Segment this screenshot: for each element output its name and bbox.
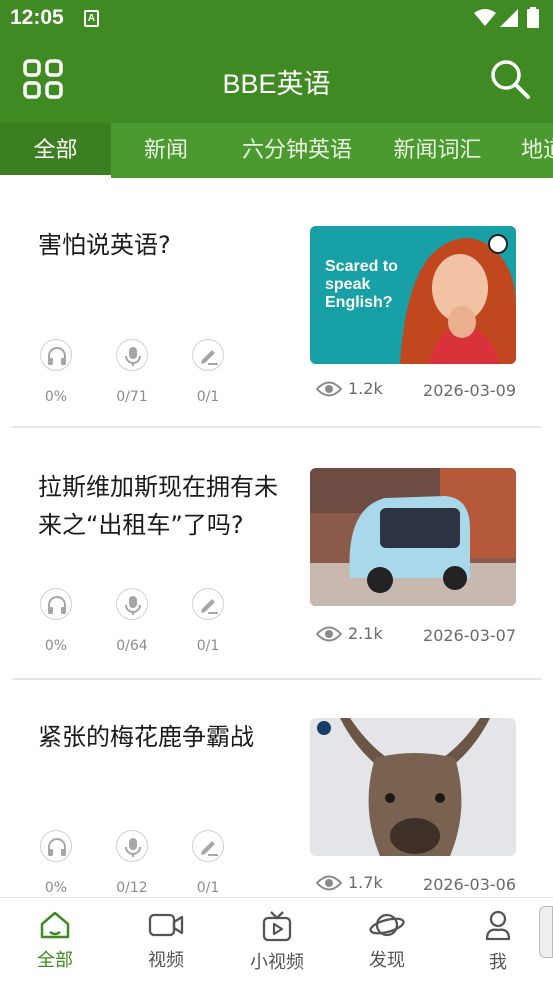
speak-progress[interactable]: 0/12 [102, 830, 162, 896]
publish-date: 2026-03-06 [423, 875, 516, 894]
view-count: 1.7k [315, 873, 383, 892]
publish-date: 2026-03-07 [423, 626, 516, 645]
listen-value: 0% [44, 638, 68, 654]
edit-pen-icon [201, 350, 218, 365]
nav-label: 发现 [369, 950, 405, 971]
article-thumbnail[interactable] [310, 718, 516, 856]
write-progress[interactable]: 0/1 [178, 588, 238, 654]
view-count-value: 1.7k [348, 873, 383, 892]
speak-progress[interactable]: 0/71 [102, 339, 162, 405]
wifi-icon [474, 9, 496, 26]
listen-progress[interactable]: 0% [26, 339, 86, 405]
home-icon [40, 911, 70, 939]
article-card[interactable]: 拉斯维加斯现在拥有未来之“出租车”了吗? 0% 0/64 0/1 2.1k 20… [0, 430, 553, 680]
speak-progress[interactable]: 0/64 [102, 588, 162, 654]
cell-signal-icon [500, 9, 518, 27]
view-count-value: 2.1k [348, 624, 383, 643]
tab-news[interactable]: 新闻 [111, 123, 221, 178]
tab-all[interactable]: 全部 [0, 123, 111, 178]
status-time: 12:05 [10, 6, 64, 29]
tab-authentic[interactable]: 地道 [510, 123, 553, 178]
write-progress[interactable]: 0/1 [178, 830, 238, 896]
headphones-icon [48, 347, 66, 365]
eye-icon [315, 381, 343, 397]
person-icon [485, 910, 511, 941]
headphones-icon [48, 596, 66, 614]
app-bar: BBE英语 [0, 38, 553, 123]
card-divider [12, 426, 541, 428]
article-feed[interactable]: 害怕说英语? 0% 0/71 0/1 Scared to speak Engli… [0, 178, 553, 897]
deer-image [310, 718, 516, 856]
listen-progress[interactable]: 0% [26, 830, 86, 896]
nav-label: 视频 [148, 950, 184, 971]
speak-value: 0/12 [116, 880, 148, 896]
app-title: BBE英语 [222, 69, 331, 99]
speak-value: 0/64 [116, 638, 148, 654]
microphone-icon [125, 838, 141, 857]
listen-value: 0% [44, 389, 68, 405]
search-icon[interactable] [489, 58, 531, 100]
nav-label: 小视频 [250, 952, 304, 973]
eye-icon [315, 626, 343, 642]
article-card[interactable]: 紧张的梅花鹿争霸战 0% 0/12 0/1 1.7k 2026-03-06 [0, 680, 553, 897]
view-count-value: 1.2k [348, 379, 383, 398]
eye-icon [315, 875, 343, 891]
nav-discover[interactable]: 发现 [342, 910, 432, 972]
nav-label: 我 [489, 952, 507, 973]
floating-assistant-button[interactable] [539, 906, 553, 958]
nav-video[interactable]: 视频 [121, 910, 211, 972]
bottom-navigation: 全部 视频 小视频 发现 我 [0, 897, 553, 984]
notification-a-icon: A [84, 10, 99, 27]
headphones-icon [48, 838, 66, 856]
thumbnail-caption: Scared to speak English? [325, 258, 398, 311]
microphone-icon [125, 347, 141, 366]
write-progress[interactable]: 0/1 [178, 339, 238, 405]
nav-short-video[interactable]: 小视频 [232, 910, 322, 974]
article-thumbnail[interactable]: Scared to speak English? [310, 226, 516, 364]
listen-progress[interactable]: 0% [26, 588, 86, 654]
speak-value: 0/71 [116, 389, 148, 405]
battery-icon [527, 7, 539, 28]
nav-label: 全部 [37, 950, 73, 971]
article-card[interactable]: 害怕说英语? 0% 0/71 0/1 Scared to speak Engli… [0, 178, 553, 428]
robotaxi-vehicle-image [310, 468, 516, 606]
view-count: 1.2k [315, 379, 383, 398]
article-title: 拉斯维加斯现在拥有未来之“出租车”了吗? [38, 473, 278, 539]
article-title: 害怕说英语? [38, 231, 171, 259]
publish-date: 2026-03-09 [423, 381, 516, 400]
article-thumbnail[interactable] [310, 468, 516, 606]
tv-play-icon [262, 911, 292, 942]
listen-value: 0% [44, 880, 68, 896]
nav-all[interactable]: 全部 [10, 910, 100, 972]
write-value: 0/1 [196, 880, 220, 896]
status-bar: 12:05 A [0, 0, 553, 38]
edit-pen-icon [201, 841, 218, 856]
tab-news-vocabulary[interactable]: 新闻词汇 [380, 123, 495, 178]
view-count: 2.1k [315, 624, 383, 643]
microphone-icon [125, 596, 141, 615]
write-value: 0/1 [196, 638, 220, 654]
planet-icon [369, 913, 405, 937]
video-camera-icon [148, 913, 184, 937]
article-title: 紧张的梅花鹿争霸战 [38, 723, 254, 751]
tab-six-minute-english[interactable]: 六分钟英语 [228, 123, 366, 178]
write-value: 0/1 [196, 389, 220, 405]
edit-pen-icon [201, 599, 218, 614]
category-tabs: 全部 新闻 六分钟英语 新闻词汇 地道 [0, 123, 553, 178]
nav-me[interactable]: 我 [453, 910, 543, 974]
